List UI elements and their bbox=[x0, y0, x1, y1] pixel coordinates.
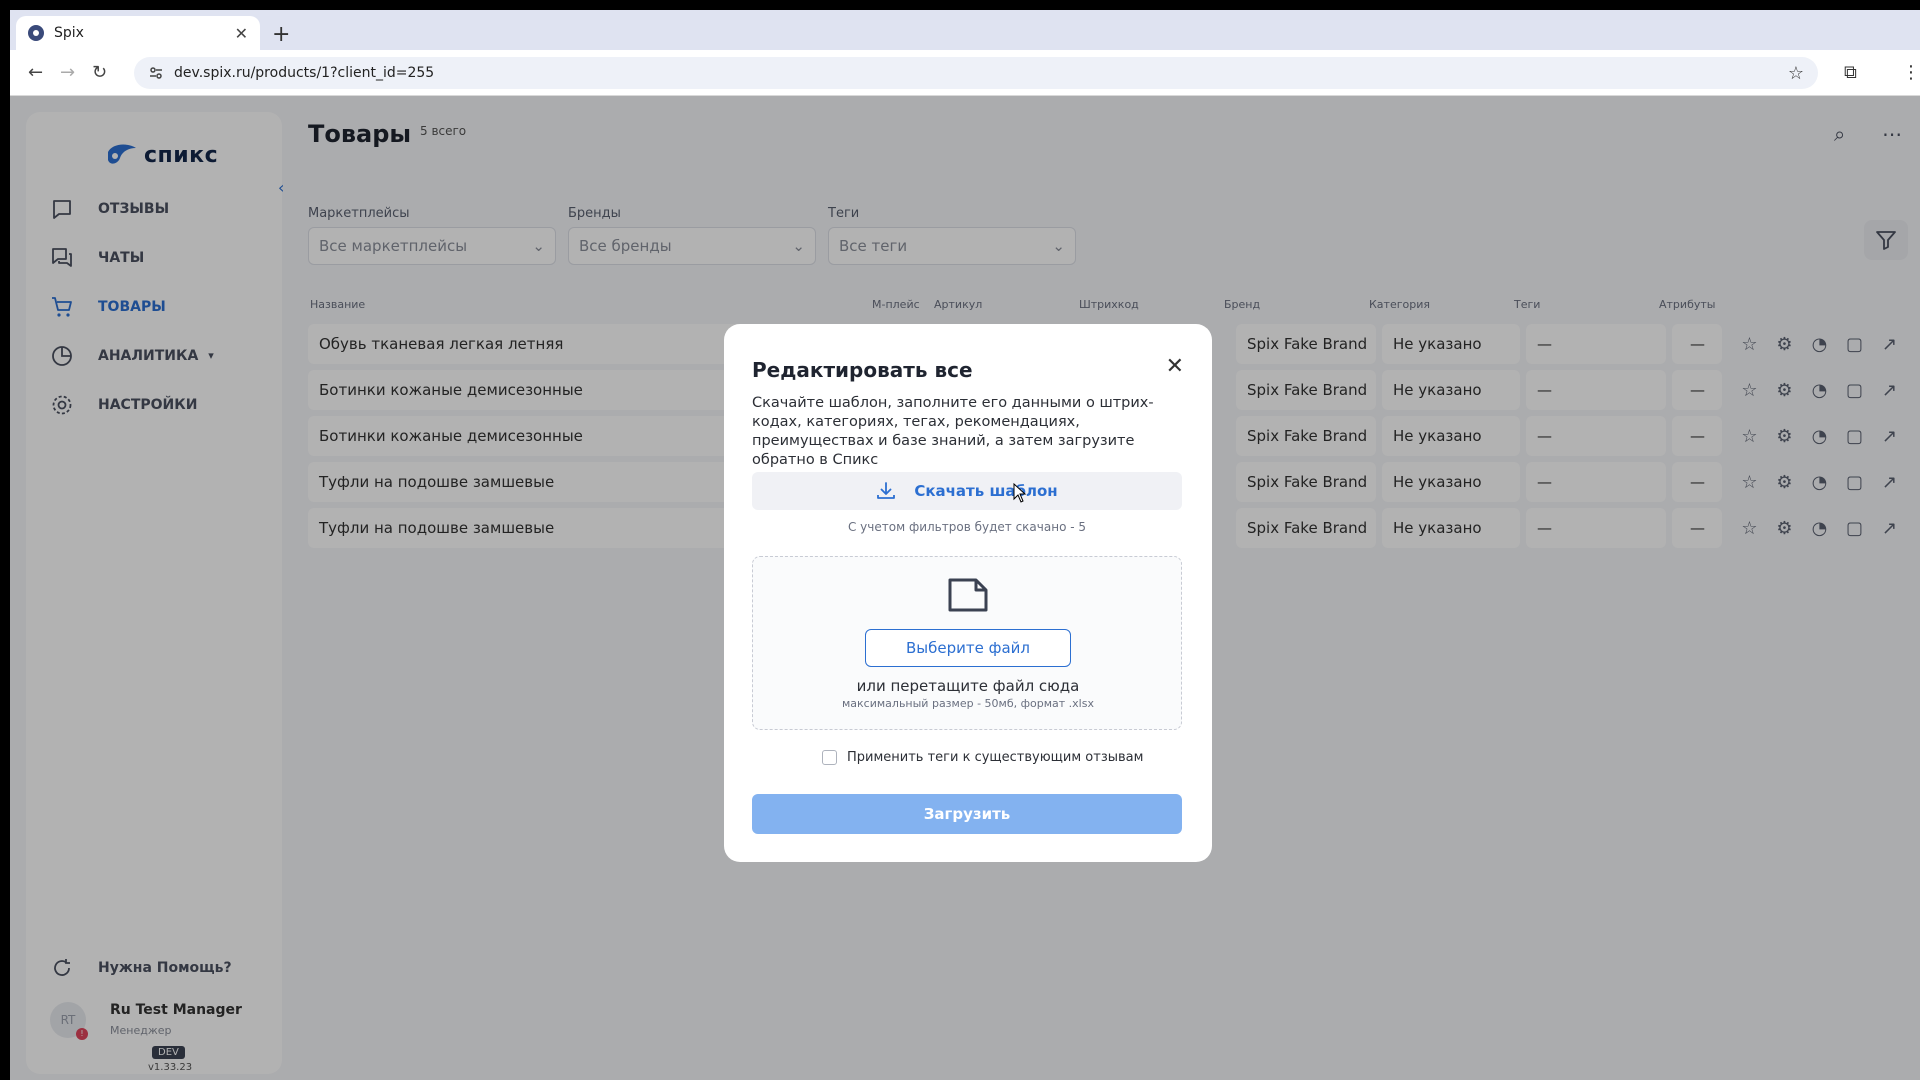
browser-tab[interactable]: Spix ✕ bbox=[16, 16, 260, 50]
modal-title: Редактировать все bbox=[752, 358, 973, 382]
tab-close-icon[interactable]: ✕ bbox=[235, 24, 248, 43]
download-note: С учетом фильтров будет скачано - 5 bbox=[847, 520, 1086, 534]
file-dropzone[interactable]: Выберите файл или перетащите файл сюда м… bbox=[752, 556, 1182, 730]
new-tab-button[interactable]: + bbox=[272, 24, 290, 46]
back-icon[interactable]: ← bbox=[28, 62, 43, 83]
address-bar: ← → ↻ dev.spix.ru/products/1?client_id=2… bbox=[10, 50, 1920, 96]
download-template-button[interactable]: Скачать шаблон bbox=[752, 472, 1182, 510]
mouse-cursor-icon bbox=[1013, 483, 1027, 503]
file-icon bbox=[948, 578, 988, 612]
close-icon[interactable]: ✕ bbox=[1166, 354, 1184, 379]
apply-tags-option[interactable]: Применить теги к существующим отзывам bbox=[822, 750, 1143, 765]
choose-file-button[interactable]: Выберите файл bbox=[865, 629, 1071, 667]
upload-button[interactable]: Загрузить bbox=[752, 794, 1182, 834]
reload-icon[interactable]: ↻ bbox=[92, 62, 107, 83]
drop-text: или перетащите файл сюда bbox=[856, 677, 1080, 695]
apply-tags-checkbox[interactable] bbox=[822, 750, 837, 765]
forward-icon[interactable]: → bbox=[60, 62, 75, 83]
url-text: dev.spix.ru/products/1?client_id=255 bbox=[174, 65, 435, 81]
bookmark-star-icon[interactable]: ☆ bbox=[1788, 63, 1804, 84]
download-label: Скачать шаблон bbox=[914, 482, 1058, 500]
tab-title: Spix bbox=[54, 25, 84, 41]
url-field[interactable]: dev.spix.ru/products/1?client_id=255 ☆ bbox=[134, 57, 1818, 89]
favicon-icon bbox=[28, 25, 44, 41]
modal-description: Скачайте шаблон, заполните его данными о… bbox=[752, 395, 1154, 468]
checkbox-label: Применить теги к существующим отзывам bbox=[847, 750, 1144, 765]
cast-icon[interactable]: ⧉ bbox=[1844, 62, 1857, 83]
drop-hint: максимальный размер - 50мб, формат .xlsx bbox=[842, 697, 1094, 710]
download-icon bbox=[877, 482, 896, 499]
menu-icon[interactable]: ⋮ bbox=[1902, 62, 1920, 83]
browser-tabbar: Spix ✕ + bbox=[10, 10, 1920, 50]
edit-all-modal: Редактировать все ✕ Скачайте шаблон, зап… bbox=[724, 324, 1212, 862]
site-info-icon[interactable] bbox=[148, 65, 164, 81]
